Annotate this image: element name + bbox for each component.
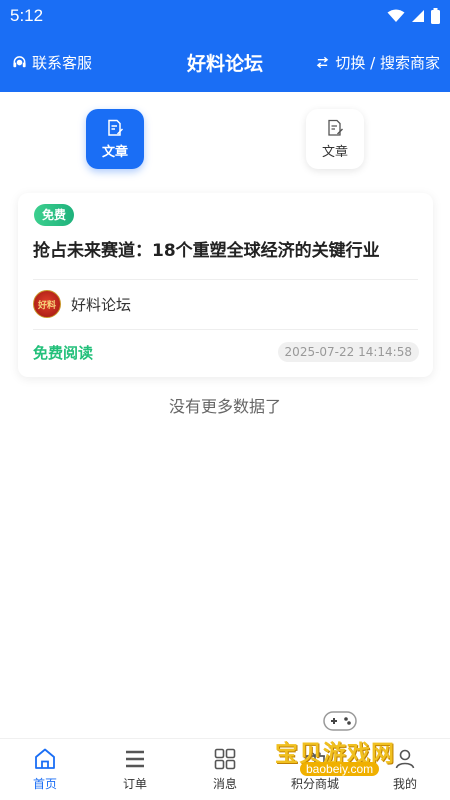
app-header: 联系客服 好料论坛 切换 / 搜索商家 — [0, 32, 450, 92]
battery-icon — [431, 8, 440, 24]
wifi-icon — [387, 9, 405, 22]
publish-date: 2025-07-22 14:14:58 — [277, 342, 419, 362]
article-author: 好料 好料论坛 — [33, 290, 131, 318]
nav-label: 首页 — [32, 777, 57, 791]
headset-icon — [13, 55, 26, 67]
switch-search-merchant-button[interactable]: 切换 / 搜索商家 — [316, 52, 440, 73]
article-card[interactable]: 免费 抢占未来赛道：18个重塑全球经济的关键行业 好料 好料论坛 免费阅读 20… — [18, 193, 433, 377]
tab-article[interactable]: 文章 — [306, 109, 364, 169]
nav-label: 积分商城 — [290, 777, 339, 791]
nav-label: 我的 — [392, 777, 417, 791]
nav-messages[interactable]: 消息 — [180, 739, 270, 800]
free-read-link[interactable]: 免费阅读 — [33, 342, 93, 363]
nav-points-mall[interactable]: 积分商城 — [270, 739, 360, 800]
bottom-nav: 首页 订单 消息 积分商城 我的 — [0, 738, 450, 800]
avatar: 好料 — [33, 290, 61, 318]
status-time: 5:12 — [10, 6, 44, 25]
contact-service-button[interactable]: 联系客服 — [12, 52, 92, 73]
list-end-text: 没有更多数据了 — [168, 397, 281, 416]
category-tabs: 文章 文章 — [0, 92, 450, 182]
free-badge: 免费 — [34, 204, 75, 226]
menu-list-icon — [126, 750, 144, 768]
divider — [33, 329, 418, 330]
contact-service-label: 联系客服 — [32, 53, 93, 72]
article-edit-icon — [328, 119, 343, 136]
gift-icon — [305, 752, 325, 769]
user-icon — [395, 749, 415, 769]
article-title[interactable]: 抢占未来赛道：18个重塑全球经济的关键行业 — [33, 236, 380, 261]
swap-icon — [317, 56, 329, 68]
nav-label: 订单 — [122, 777, 147, 791]
article-edit-icon — [108, 119, 123, 136]
tab-article-active[interactable]: 文章 — [86, 109, 144, 169]
signal-icon — [412, 10, 424, 22]
nav-label: 消息 — [212, 777, 237, 791]
nav-home[interactable]: 首页 — [0, 739, 90, 800]
status-icons — [387, 8, 440, 24]
home-icon — [35, 748, 55, 769]
tab-label: 文章 — [101, 144, 128, 160]
switch-search-label: 切换 / 搜索商家 — [335, 53, 440, 72]
nav-mine[interactable]: 我的 — [360, 739, 450, 800]
status-bar: 5:12 — [0, 0, 450, 32]
nav-orders[interactable]: 订单 — [90, 739, 180, 800]
tab-label: 文章 — [321, 144, 348, 160]
gamepad-icon — [323, 711, 357, 731]
grid-icon — [214, 748, 236, 770]
divider — [33, 279, 418, 280]
author-name: 好料论坛 — [71, 295, 132, 314]
